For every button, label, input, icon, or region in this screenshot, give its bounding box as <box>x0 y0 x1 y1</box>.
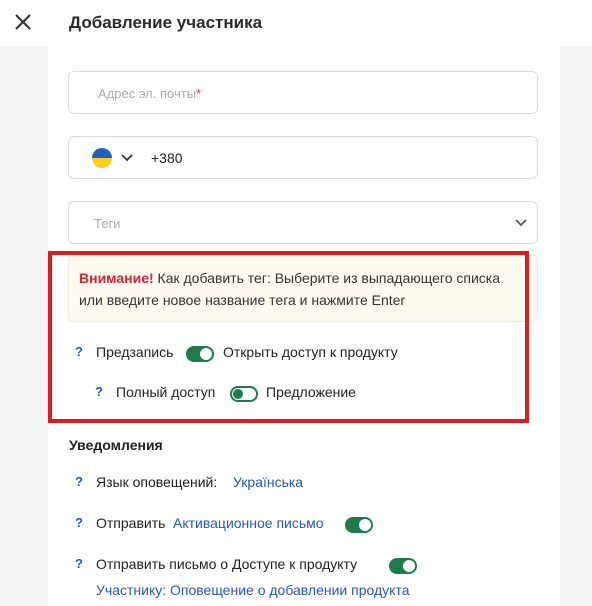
notifications-title: Уведомления <box>69 437 163 453</box>
help-icon[interactable]: ? <box>75 515 83 530</box>
chevron-down-icon[interactable] <box>120 153 134 163</box>
ukraine-flag-icon <box>92 148 112 168</box>
tag-help-notice: Внимание! Как добавить тег: Выберите из … <box>68 255 538 322</box>
help-icon[interactable]: ? <box>95 384 103 399</box>
close-icon[interactable] <box>10 9 36 35</box>
send-label: Отправить <box>96 515 166 531</box>
header-bar: Добавление участника <box>0 0 592 46</box>
language-label: Язык оповещений: <box>96 474 218 490</box>
backdrop-left <box>0 46 48 606</box>
participant-notification-link[interactable]: Участнику: Оповещение о добавлении проду… <box>96 582 409 598</box>
full-access-label: Полный доступ <box>116 384 216 400</box>
email-placeholder: Адрес эл. почты* <box>98 86 202 101</box>
access-letter-label: Отправить письмо о Доступе к продукту <box>96 556 358 572</box>
language-select[interactable]: Українська <box>233 474 303 490</box>
page-title: Добавление участника <box>69 13 263 32</box>
phone-code: +380 <box>151 150 183 166</box>
phone-field[interactable]: +380 <box>68 136 538 179</box>
full-access-toggle[interactable] <box>230 386 258 402</box>
email-field[interactable]: Адрес эл. почты* <box>68 71 538 114</box>
tags-placeholder: Теги <box>94 216 121 231</box>
backdrop-right <box>560 46 592 606</box>
chevron-down-icon[interactable] <box>514 218 528 228</box>
open-access-label: Открыть доступ к продукту <box>223 344 398 360</box>
help-icon[interactable]: ? <box>75 474 83 489</box>
preregister-toggle[interactable] <box>186 346 214 362</box>
access-letter-toggle[interactable] <box>389 558 417 574</box>
tags-select[interactable]: Теги <box>68 201 538 244</box>
activation-letter-link[interactable]: Активационное письмо <box>173 515 324 531</box>
preregister-label: Предзапись <box>96 344 174 360</box>
notice-strong: Внимание! <box>79 270 154 286</box>
help-icon[interactable]: ? <box>75 556 83 571</box>
offer-label: Предложение <box>266 384 356 400</box>
activation-letter-toggle[interactable] <box>345 517 373 533</box>
help-icon[interactable]: ? <box>75 344 83 359</box>
